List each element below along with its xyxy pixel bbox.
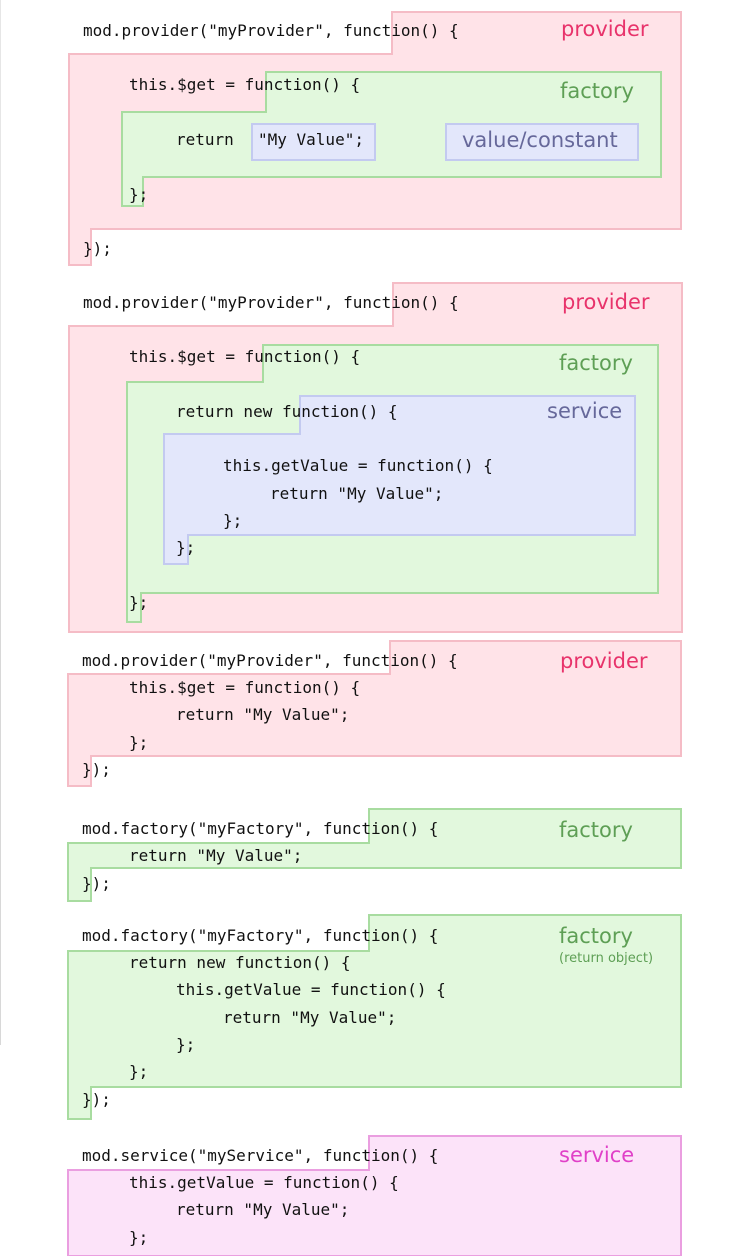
code-line: }; — [176, 1035, 196, 1054]
provider-label: provider — [562, 290, 650, 314]
code-line: }); — [82, 1090, 111, 1109]
code-line: this.$get = function() { — [129, 347, 361, 366]
code-line: return "My Value"; — [176, 1200, 350, 1219]
code-line: return new function() { — [129, 953, 351, 972]
code-line: this.getValue = function() { — [129, 1173, 399, 1192]
code-line: "My Value"; — [258, 130, 364, 149]
code-line: this.getValue = function() { — [176, 980, 446, 999]
code-line: mod.provider("myProvider", function() { — [83, 293, 459, 312]
code-line: return "My Value"; — [270, 484, 444, 503]
provider-label: provider — [560, 649, 648, 673]
code-line: mod.factory("myFactory", function() { — [82, 926, 439, 945]
code-line: this.$get = function() { — [129, 678, 361, 697]
code-line: return "My Value"; — [223, 1008, 397, 1027]
code-line: }; — [129, 1062, 149, 1081]
code-line: }; — [223, 511, 243, 530]
code-line: mod.factory("myFactory", function() { — [82, 819, 439, 838]
code-line: }; — [129, 185, 149, 204]
code-line: this.getValue = function() { — [223, 456, 493, 475]
factory-label: factory — [560, 79, 634, 103]
service-label: service — [559, 1143, 635, 1167]
service-label: service — [547, 399, 623, 423]
code-line: mod.provider("myProvider", function() { — [82, 651, 458, 670]
code-line: }; — [176, 538, 196, 557]
factory-label: factory — [559, 351, 633, 375]
angular-provider-diagram: mod.provider("myProvider", function() { … — [0, 0, 744, 1256]
region-shapes — [67, 11, 683, 1256]
code-line: }); — [82, 874, 111, 893]
code-line: }; — [129, 593, 149, 612]
code-line: }; — [129, 1228, 149, 1247]
code-line: }); — [82, 760, 111, 779]
factory-label: factory — [559, 818, 633, 842]
code-line: return new function() { — [176, 402, 398, 421]
code-line: }); — [83, 239, 112, 258]
provider-label: provider — [561, 17, 649, 41]
code-line: mod.service("myService", function() { — [82, 1146, 439, 1165]
code-line: mod.provider("myProvider", function() { — [83, 21, 459, 40]
factory-label: factory — [559, 924, 633, 948]
code-line: return — [176, 130, 244, 149]
return-object-label: (return object) — [559, 951, 654, 966]
code-line: return "My Value"; — [176, 705, 350, 724]
code-line: }; — [129, 733, 149, 752]
code-line: this.$get = function() { — [129, 75, 361, 94]
code-line: return "My Value"; — [129, 846, 303, 865]
value-constant-label: value/constant — [462, 128, 618, 152]
